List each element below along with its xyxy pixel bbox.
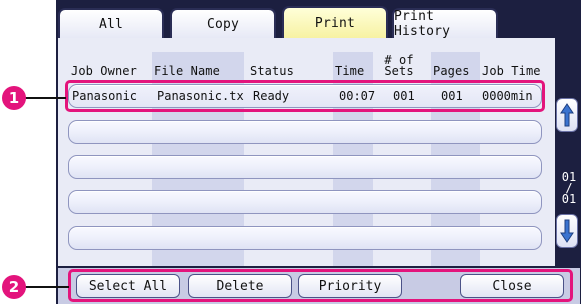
header-time: Time	[335, 64, 365, 78]
header-number-of-sets: # of Sets	[384, 54, 414, 78]
callout-2-line	[22, 286, 69, 288]
header-job-owner: Job Owner	[71, 64, 137, 78]
callout-1-line	[22, 97, 66, 99]
scroll-down-button[interactable]	[556, 214, 578, 248]
page-indicator: 01 / 01	[557, 171, 581, 206]
header-job-time: Job Time	[482, 64, 541, 78]
scroll-up-button[interactable]	[556, 98, 578, 132]
job-row-highlight	[65, 80, 545, 112]
header-pages: Pages	[433, 64, 470, 78]
header-sets-line2: Sets	[384, 64, 414, 78]
tab-print-history[interactable]: Print History	[392, 8, 498, 39]
header-status: Status	[250, 64, 294, 78]
action-bar-highlight	[68, 269, 573, 302]
empty-row[interactable]	[68, 190, 542, 214]
empty-row[interactable]	[68, 120, 542, 144]
tab-copy[interactable]: Copy	[170, 8, 276, 38]
callout-1-badge: 1	[2, 86, 26, 110]
arrow-down-icon	[560, 219, 574, 243]
arrow-up-icon	[560, 103, 574, 127]
header-file-name: File Name	[154, 64, 220, 78]
tab-all[interactable]: All	[58, 8, 164, 38]
empty-row[interactable]	[68, 155, 542, 179]
callout-2-badge: 2	[2, 275, 26, 299]
tab-print[interactable]: Print	[282, 6, 388, 38]
empty-row[interactable]	[68, 226, 542, 250]
total-pages: 01	[561, 192, 577, 206]
